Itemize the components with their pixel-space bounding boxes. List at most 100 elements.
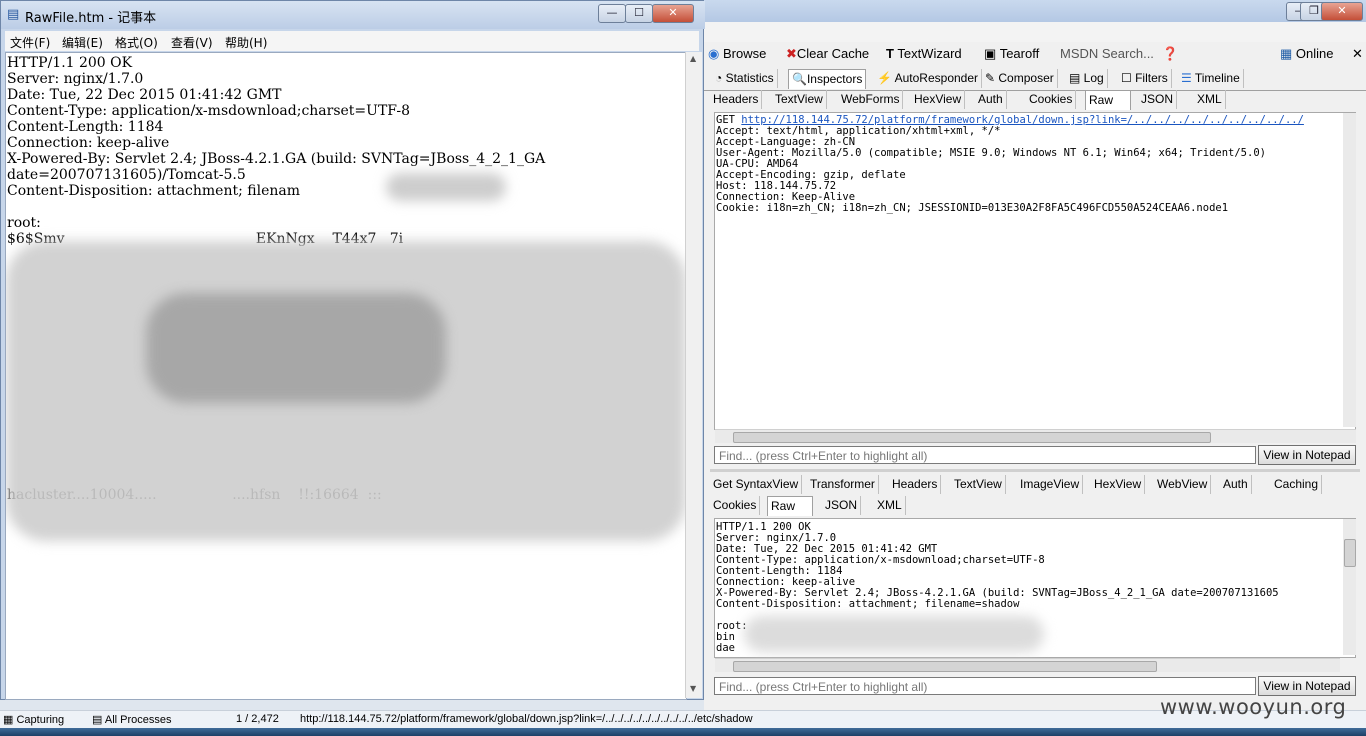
- textwizard-icon: T: [886, 46, 894, 61]
- browse-button[interactable]: ◉ Browse: [708, 46, 766, 62]
- composer-icon: ✎: [985, 71, 999, 85]
- response-vertical-scrollbar[interactable]: [1343, 519, 1356, 655]
- menu-file[interactable]: 文件(F): [10, 34, 50, 51]
- checkbox-icon: ☐: [1121, 71, 1136, 85]
- tearoff-icon: ▣: [984, 46, 997, 61]
- tab-composer[interactable]: ✎ Composer: [982, 69, 1058, 88]
- resp-tab-webview[interactable]: WebView: [1154, 475, 1212, 494]
- close-toolbar-icon[interactable]: ✕: [1352, 46, 1363, 62]
- menu-help[interactable]: 帮助(H): [225, 34, 267, 51]
- request-horizontal-scrollbar[interactable]: [715, 429, 1356, 443]
- lightning-icon: ⚡: [877, 71, 895, 85]
- notepad-text-area[interactable]: HTTP/1.1 200 OK Server: nginx/1.7.0 Date: …: [5, 52, 687, 700]
- resp-tab-xml[interactable]: XML: [874, 496, 906, 515]
- resp-tab-json[interactable]: JSON: [822, 496, 862, 515]
- splitter[interactable]: [710, 469, 1360, 472]
- response-view-in-notepad-button[interactable]: View in Notepad: [1258, 676, 1356, 696]
- tab-log[interactable]: ▤ Log: [1066, 69, 1108, 88]
- response-vscroll-thumb[interactable]: [1344, 539, 1356, 567]
- resp-tab-hexview[interactable]: HexView: [1091, 475, 1146, 494]
- req-tab-xml[interactable]: XML: [1194, 90, 1226, 109]
- notepad-line: Date: Tue, 22 Dec 2015 01:41:42 GMT: [7, 87, 282, 103]
- statistics-icon: ◔: [715, 71, 726, 85]
- clear-cache-icon: ✖: [786, 46, 797, 61]
- status-url: http://118.144.75.72/platform/framework/…: [300, 713, 753, 725]
- notepad-close-button[interactable]: ✕: [652, 4, 694, 23]
- notepad-line: Content-Type: application/x-msdownload;c…: [7, 103, 411, 119]
- tab-autoresponder[interactable]: ⚡ AutoResponder: [874, 69, 983, 88]
- resp-tab-headers[interactable]: Headers: [889, 475, 942, 494]
- request-hscroll-thumb[interactable]: [733, 432, 1211, 443]
- timeline-icon: ☰: [1181, 71, 1195, 85]
- windows-taskbar: [0, 728, 1366, 736]
- notepad-minimize-button[interactable]: —: [598, 4, 626, 23]
- notepad-maximize-button[interactable]: ☐: [625, 4, 653, 23]
- resp-tab-cookies[interactable]: Cookies: [710, 496, 761, 515]
- req-tab-raw[interactable]: Raw: [1085, 90, 1131, 110]
- tab-timeline[interactable]: ☰ Timeline: [1178, 69, 1244, 88]
- request-header-line: User-Agent: Mozilla/5.0 (compatible; MSI…: [716, 147, 1266, 159]
- menu-view[interactable]: 查看(V): [171, 34, 213, 51]
- resp-tab-imageview[interactable]: ImageView: [1017, 475, 1084, 494]
- log-icon: ▤: [1069, 71, 1084, 85]
- scroll-up-icon[interactable]: ▲: [690, 54, 696, 63]
- request-view-in-notepad-button[interactable]: View in Notepad: [1258, 445, 1356, 465]
- session-count: 1 / 2,472: [236, 713, 279, 725]
- response-line: dae: [716, 642, 735, 654]
- fiddler-menu-strip: [704, 22, 1366, 42]
- req-tab-textview[interactable]: TextView: [772, 90, 827, 109]
- req-tab-webforms[interactable]: WebForms: [838, 90, 904, 109]
- resp-tab-syntaxview[interactable]: Get SyntaxView: [710, 475, 803, 494]
- request-inspector-tabs: Headers TextView WebForms HexView Auth C…: [704, 90, 1366, 111]
- msdn-search-input[interactable]: MSDN Search...: [1060, 46, 1154, 61]
- notepad-line: HTTP/1.1 200 OK: [7, 55, 133, 71]
- tab-inspectors[interactable]: 🔍Inspectors: [788, 69, 867, 89]
- capturing-toggle[interactable]: ▦ Capturing: [3, 713, 64, 726]
- clear-cache-button[interactable]: ✖Clear Cache: [786, 46, 869, 62]
- watermark: www.wooyun.org: [1160, 695, 1347, 719]
- network-icon: ▦: [1280, 46, 1293, 61]
- tearoff-button[interactable]: ▣ Tearoff: [984, 46, 1039, 62]
- response-horizontal-scrollbar[interactable]: [715, 658, 1340, 672]
- menu-format[interactable]: 格式(O): [115, 34, 158, 51]
- request-vertical-scrollbar[interactable]: [1343, 113, 1356, 427]
- tab-statistics[interactable]: ◔ Statistics: [712, 69, 778, 88]
- resp-tab-transformer[interactable]: Transformer: [807, 475, 879, 494]
- menu-edit[interactable]: 编辑(E): [62, 34, 103, 51]
- close-button[interactable]: ✕: [1321, 2, 1363, 21]
- req-tab-hexview[interactable]: HexView: [911, 90, 966, 109]
- response-hscroll-thumb[interactable]: [733, 661, 1157, 672]
- inspectors-icon: 🔍: [792, 72, 807, 86]
- process-icon: ▤: [92, 714, 103, 726]
- response-find-input[interactable]: Find... (press Ctrl+Enter to highlight a…: [714, 677, 1256, 695]
- fiddler-window: — ❐ ✕ ◉ Browse ✖Clear Cache T TextWizard…: [704, 0, 1366, 710]
- notepad-line: Connection: keep-alive: [7, 135, 170, 151]
- request-find-input[interactable]: Find... (press Ctrl+Enter to highlight a…: [714, 446, 1256, 464]
- resp-tab-raw[interactable]: Raw: [767, 496, 813, 516]
- notepad-vertical-scrollbar[interactable]: ▲ ▼: [685, 52, 702, 698]
- req-tab-json[interactable]: JSON: [1138, 90, 1178, 109]
- fiddler-toolbar: ◉ Browse ✖Clear Cache T TextWizard ▣ Tea…: [704, 42, 1366, 66]
- notepad-line: [7, 199, 545, 215]
- resp-tab-caching[interactable]: Caching: [1271, 475, 1323, 494]
- request-raw-pane[interactable]: GET http://118.144.75.72/platform/framew…: [714, 112, 1356, 430]
- help-icon[interactable]: ❓: [1162, 46, 1178, 62]
- notepad-window: ▤ RawFile.htm - 记事本 — ☐ ✕ 文件(F) 编辑(E) 格式…: [0, 0, 705, 700]
- resp-tab-textview[interactable]: TextView: [951, 475, 1006, 494]
- notepad-title: RawFile.htm - 记事本: [25, 11, 157, 26]
- response-inspector-tabs-row2: Cookies Raw JSON XML: [704, 496, 1366, 517]
- req-tab-cookies[interactable]: Cookies: [1026, 90, 1077, 109]
- redaction-blur: [386, 173, 506, 201]
- process-filter[interactable]: ▤ All Processes: [92, 713, 172, 726]
- textwizard-button[interactable]: T TextWizard: [886, 46, 962, 61]
- online-indicator: ▦ Online: [1280, 46, 1334, 61]
- tab-filters[interactable]: ☐ Filters: [1118, 69, 1172, 88]
- response-line: Content-Disposition: attachment; filenam…: [716, 598, 1020, 610]
- capture-icon: ▦: [3, 714, 14, 726]
- req-tab-auth[interactable]: Auth: [975, 90, 1007, 109]
- scroll-down-icon[interactable]: ▼: [690, 684, 696, 693]
- resp-tab-auth[interactable]: Auth: [1220, 475, 1252, 494]
- request-header-line: Cookie: i18n=zh_CN; i18n=zh_CN; JSESSION…: [716, 202, 1229, 214]
- notepad-line: Content-Length: 1184: [7, 119, 164, 135]
- req-tab-headers[interactable]: Headers: [710, 90, 763, 109]
